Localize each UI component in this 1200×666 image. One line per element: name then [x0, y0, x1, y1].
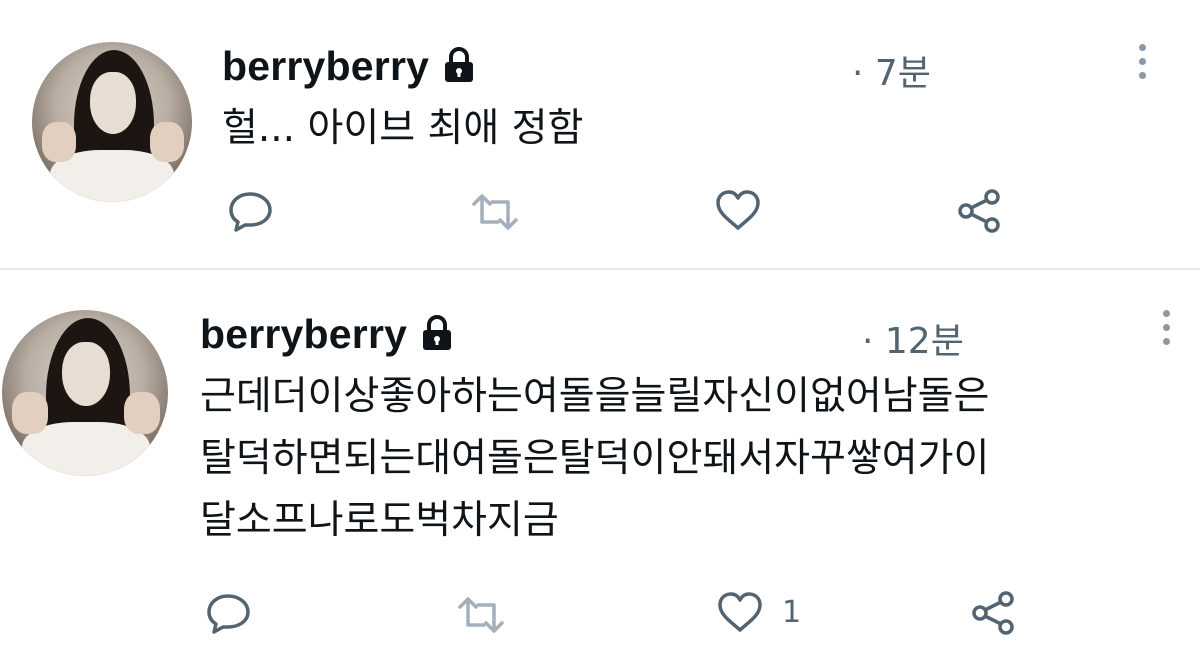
- username[interactable]: berryberry: [222, 43, 429, 90]
- username[interactable]: berryberry: [200, 311, 407, 358]
- reply-button[interactable]: [228, 190, 274, 232]
- reply-bubble-icon: [229, 192, 272, 232]
- share-icon: [958, 189, 1000, 233]
- avatar[interactable]: [32, 42, 192, 202]
- tweet-header: berryberry: [200, 308, 457, 360]
- tweet-text-line: 근데더이상좋아하는여돌을늘릴자신이없어남돌은: [200, 374, 990, 419]
- retweet-icon: [458, 597, 504, 633]
- timestamp[interactable]: · 7분: [852, 44, 931, 96]
- tweet-text-line: 달소프나로도벅차지금: [200, 498, 559, 543]
- share-button[interactable]: [956, 188, 1004, 234]
- like-button[interactable]: 1: [716, 590, 801, 634]
- tweet-header: berryberry: [222, 40, 479, 92]
- reply-button[interactable]: [206, 592, 252, 634]
- tweet-text-line: 헐... 아이브 최애 정함: [222, 106, 584, 151]
- tweet-text-line: 탈덕하면되는대여돌은탈덕이안돼서자꾸쌓여가이: [200, 436, 990, 481]
- tweet-item[interactable]: berryberry · 12분 근데더이상좋아하는여돌을늘릴자신이없어남돌은 …: [0, 270, 1200, 666]
- avatar[interactable]: [2, 310, 168, 476]
- retweet-button[interactable]: [470, 192, 520, 232]
- tweet-item[interactable]: berryberry · 7분 헐... 아이브 최애 정함: [0, 0, 1200, 268]
- timestamp[interactable]: · 12분: [862, 312, 964, 364]
- more-vertical-icon[interactable]: [1163, 310, 1171, 352]
- like-count: 1: [782, 594, 802, 630]
- share-button[interactable]: [970, 590, 1018, 636]
- retweet-button[interactable]: [456, 595, 506, 635]
- like-button[interactable]: [714, 188, 762, 232]
- tweet-text: 헐... 아이브 최애 정함: [222, 98, 583, 160]
- retweet-icon: [472, 194, 518, 230]
- more-vertical-icon[interactable]: [1139, 44, 1147, 86]
- reply-bubble-icon: [207, 594, 250, 634]
- heart-icon: [718, 592, 762, 632]
- lock-icon: [417, 312, 457, 356]
- tweet-text: 근데더이상좋아하는여돌을늘릴자신이없어남돌은 탈덕하면되는대여돌은탈덕이안돼서자…: [200, 366, 989, 552]
- heart-icon: [716, 190, 760, 230]
- lock-icon: [439, 44, 479, 88]
- share-icon: [972, 591, 1014, 635]
